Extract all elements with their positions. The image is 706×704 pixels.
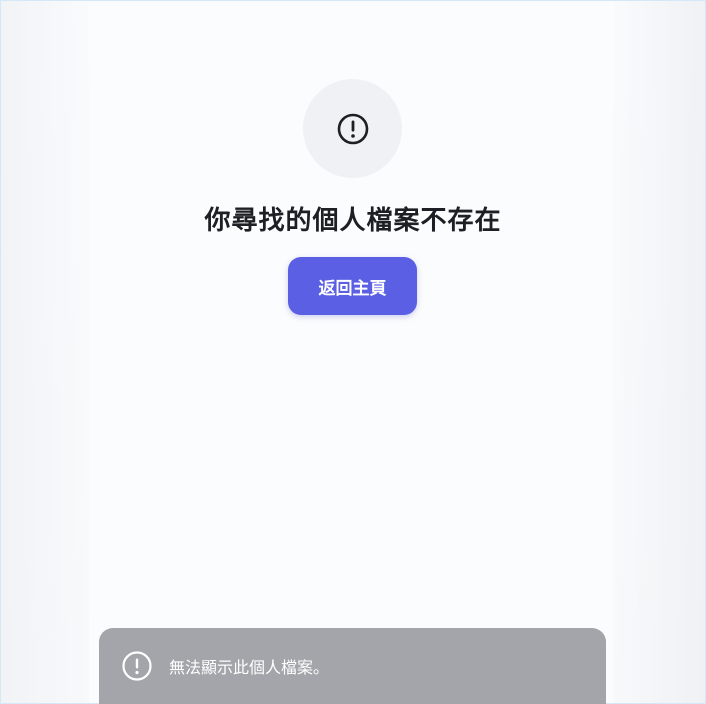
page-title: 你尋找的個人檔案不存在 — [204, 206, 502, 236]
toast-message: 無法顯示此個人檔案。 — [169, 658, 330, 677]
exclamation-circle-icon — [337, 113, 368, 144]
right-panel-backdrop — [613, 1, 705, 703]
return-home-button[interactable]: 返回主頁 — [288, 257, 417, 315]
toast-notification: 無法顯示此個人檔案。 — [99, 628, 606, 704]
exclamation-circle-icon — [122, 651, 152, 681]
left-panel-backdrop — [1, 1, 89, 703]
error-icon-container — [303, 79, 402, 178]
